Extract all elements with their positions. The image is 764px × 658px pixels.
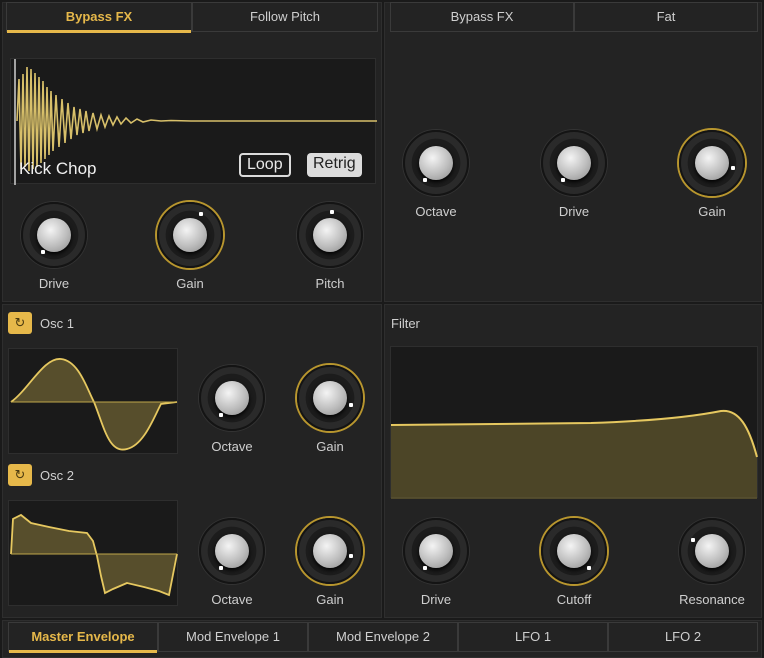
power-cycle-icon[interactable]: ↻	[8, 464, 32, 486]
gain-label: Gain	[698, 204, 726, 219]
octave-knob-osc2[interactable]: Octave	[192, 518, 272, 607]
gain-knob-osc1[interactable]: Gain	[290, 365, 370, 454]
tab-master-envelope[interactable]: Master Envelope	[8, 622, 158, 653]
tab-lfo-2[interactable]: LFO 2	[608, 622, 758, 652]
sample-tabs: Bypass FX Follow Pitch	[6, 2, 378, 33]
resonance-knob-filter[interactable]: Resonance	[672, 518, 752, 607]
octave-label: Octave	[415, 204, 457, 219]
filter-label: Filter	[391, 316, 420, 331]
drive-knob-filter[interactable]: Drive	[396, 518, 476, 607]
osc2-waveform-display	[8, 500, 178, 606]
octave-label: Octave	[211, 592, 253, 607]
tab-bypass-fx-right[interactable]: Bypass FX	[390, 2, 574, 32]
tab-follow-pitch[interactable]: Follow Pitch	[192, 2, 378, 32]
filter-curve	[391, 409, 758, 499]
octave-label: Octave	[211, 439, 253, 454]
drive-label: Drive	[558, 204, 590, 219]
envelope-tabs: Master Envelope Mod Envelope 1 Mod Envel…	[8, 622, 758, 653]
gain-label: Gain	[316, 592, 344, 607]
pitch-knob-sample[interactable]: Pitch	[290, 202, 370, 291]
cutoff-knob-filter[interactable]: Cutoff	[534, 518, 614, 607]
octave-knob-fx[interactable]: Octave	[396, 130, 476, 219]
tab-bypass-fx-left[interactable]: Bypass FX	[6, 2, 192, 33]
gain-knob-osc2[interactable]: Gain	[290, 518, 370, 607]
sample-waveform-display: Kick Chop Loop Retrig	[10, 58, 377, 185]
osc2-waveform	[10, 513, 178, 597]
osc2-label: Osc 2	[40, 468, 74, 483]
drive-knob-fx[interactable]: Drive	[534, 130, 614, 219]
gain-label: Gain	[316, 439, 344, 454]
drive-label: Drive	[420, 592, 452, 607]
cutoff-label: Cutoff	[556, 592, 592, 607]
resonance-label: Resonance	[679, 592, 745, 607]
osc1-waveform	[10, 358, 178, 451]
drive-knob-sample[interactable]: Drive	[14, 202, 94, 291]
retrig-button[interactable]: Retrig	[307, 153, 362, 177]
sample-name: Kick Chop	[19, 159, 97, 178]
gain-label: Gain	[176, 276, 204, 291]
tab-mod-envelope-1[interactable]: Mod Envelope 1	[158, 622, 308, 652]
tab-fat[interactable]: Fat	[574, 2, 758, 32]
gain-knob-fx[interactable]: Gain	[672, 130, 752, 219]
tab-mod-envelope-2[interactable]: Mod Envelope 2	[308, 622, 458, 652]
osc1-label: Osc 1	[40, 316, 74, 331]
tab-lfo-1[interactable]: LFO 1	[458, 622, 608, 652]
gain-knob-sample[interactable]: Gain	[150, 202, 230, 291]
octave-knob-osc1[interactable]: Octave	[192, 365, 272, 454]
drive-label: Drive	[38, 276, 70, 291]
loop-button[interactable]: Loop	[239, 153, 291, 177]
osc1-waveform-display	[8, 348, 178, 454]
filter-curve-display	[390, 346, 758, 499]
pitch-label: Pitch	[315, 276, 345, 291]
fx-tabs: Bypass FX Fat	[390, 2, 758, 32]
power-cycle-icon[interactable]: ↻	[8, 312, 32, 334]
